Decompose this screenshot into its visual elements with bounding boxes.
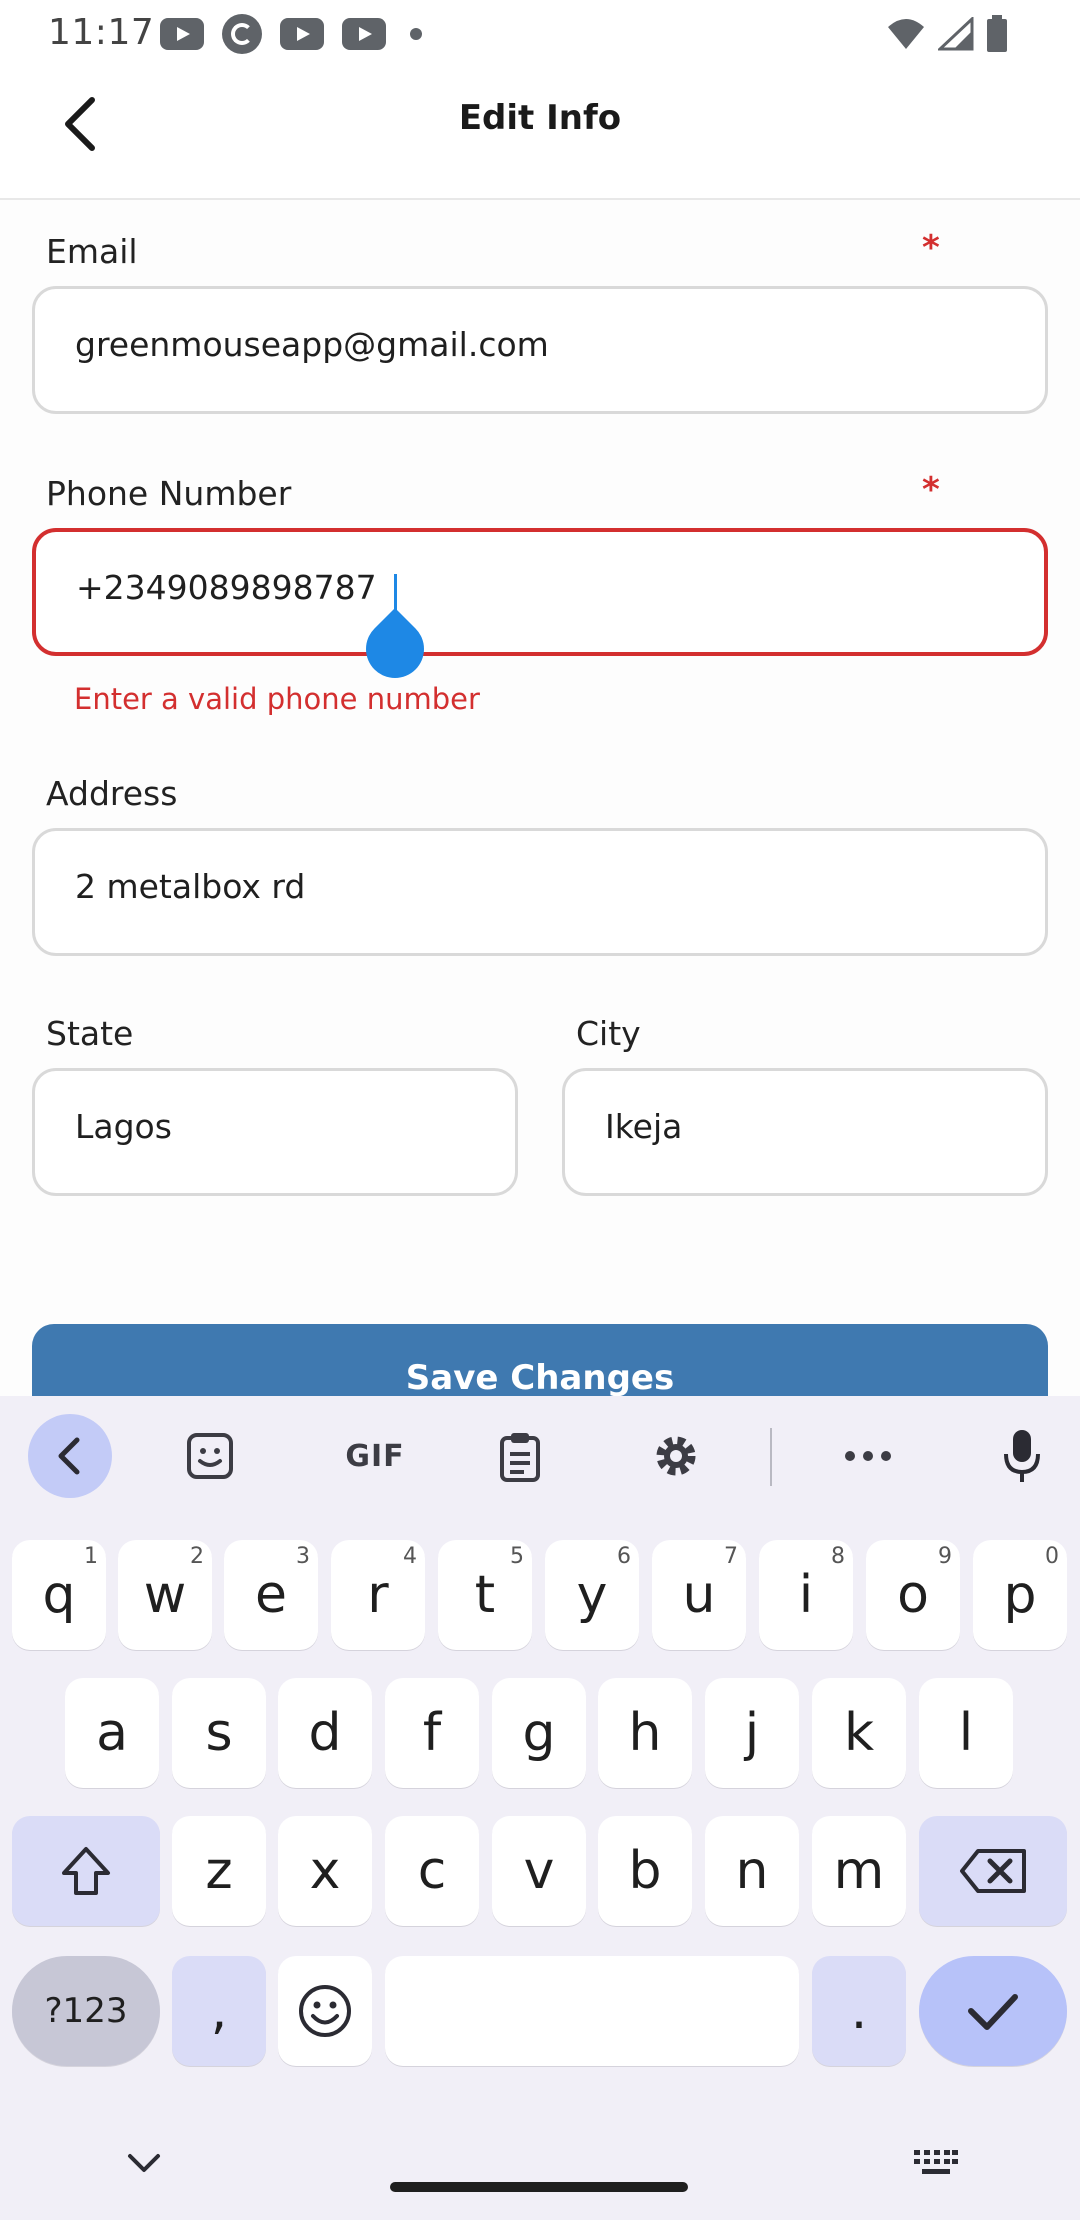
emoji-icon <box>299 1985 351 2037</box>
key-i[interactable]: i8 <box>759 1540 853 1650</box>
emoji-key[interactable] <box>278 1956 372 2066</box>
page-title: Edit Info <box>458 98 622 138</box>
key-w[interactable]: w2 <box>118 1540 212 1650</box>
key-y[interactable]: y6 <box>545 1540 639 1650</box>
keyboard-icon[interactable] <box>912 2148 960 2178</box>
gif-icon: GIF <box>345 1438 405 1474</box>
key-a[interactable]: a <box>65 1678 159 1788</box>
sticker-button[interactable] <box>170 1416 250 1496</box>
key-t[interactable]: t5 <box>438 1540 532 1650</box>
key-g[interactable]: g <box>492 1678 586 1788</box>
email-label: Email <box>46 232 138 271</box>
chevron-left-icon <box>58 1437 80 1475</box>
text-caret <box>394 574 397 612</box>
state-field[interactable]: Lagos <box>32 1068 518 1196</box>
phone-label: Phone Number <box>46 474 292 513</box>
key-x[interactable]: x <box>278 1816 372 1926</box>
sync-icon <box>222 14 262 54</box>
phone-field[interactable]: +2349089898787 <box>32 528 1048 691</box>
soft-keyboard: GIF q 1 w 2 e 3 r 4 t 5 y 6 u 7 i 8 o 9 … <box>0 1396 1080 2220</box>
toolbar-back-button[interactable] <box>28 1414 112 1498</box>
system-icons <box>886 14 1008 54</box>
dot-icon <box>410 28 422 40</box>
period-key[interactable]: . <box>812 1956 906 2066</box>
gif-button[interactable]: GIF <box>325 1416 425 1496</box>
city-field[interactable]: Ikeja <box>562 1068 1048 1196</box>
state-label: State <box>46 1014 134 1053</box>
key-b[interactable]: b <box>598 1816 692 1926</box>
key-s[interactable]: s <box>172 1678 266 1788</box>
keyboard-nav-row <box>0 2116 1080 2220</box>
signal-icon <box>938 17 974 51</box>
shift-icon <box>62 1847 110 1895</box>
key-c[interactable]: c <box>385 1816 479 1926</box>
caret-handle[interactable] <box>353 607 437 691</box>
key-u[interactable]: u7 <box>652 1540 746 1650</box>
wifi-icon <box>888 19 924 49</box>
address-field[interactable]: 2 metalbox rd <box>32 828 1048 956</box>
youtube-icon <box>160 18 204 50</box>
key-h[interactable]: h <box>598 1678 692 1788</box>
status-time: 11:17 <box>48 12 155 53</box>
keyboard-toolbar: GIF <box>0 1396 1080 1516</box>
shift-key[interactable] <box>12 1816 160 1926</box>
home-gesture-bar[interactable] <box>390 2182 688 2192</box>
toolbar-divider <box>770 1428 772 1486</box>
settings-button[interactable] <box>636 1416 716 1496</box>
status-bar: 11:17 <box>0 0 1080 66</box>
required-mark: * <box>922 470 940 510</box>
clipboard-button[interactable] <box>480 1416 560 1496</box>
phone-value: +2349089898787 <box>76 568 377 607</box>
key-r[interactable]: r4 <box>331 1540 425 1650</box>
battery-icon <box>987 15 1007 52</box>
city-value: Ikeja <box>605 1107 683 1146</box>
key-p[interactable]: p0 <box>973 1540 1067 1650</box>
youtube-icon <box>280 18 324 50</box>
key-v[interactable]: v <box>492 1816 586 1926</box>
backspace-key[interactable] <box>919 1816 1067 1926</box>
phone-error-message: Enter a valid phone number <box>74 682 480 716</box>
required-mark: * <box>922 228 940 268</box>
comma-key[interactable]: , <box>172 1956 266 2066</box>
key-d[interactable]: d <box>278 1678 372 1788</box>
checkmark-icon <box>968 1994 1018 2030</box>
settings-icon <box>656 1436 696 1476</box>
address-label: Address <box>46 774 178 813</box>
key-o[interactable]: o9 <box>866 1540 960 1650</box>
key-q[interactable]: q1 <box>12 1540 106 1650</box>
key-m[interactable]: m <box>812 1816 906 1926</box>
clipboard-icon <box>500 1433 540 1482</box>
key-z[interactable]: z <box>172 1816 266 1926</box>
youtube-icon <box>342 18 386 50</box>
chevron-down-icon[interactable] <box>126 2152 162 2176</box>
key-f[interactable]: f <box>385 1678 479 1788</box>
voice-input-button[interactable] <box>982 1416 1062 1496</box>
sticker-icon <box>187 1433 233 1479</box>
notification-icons <box>160 14 422 54</box>
more-icon <box>845 1451 891 1461</box>
key-k[interactable]: k <box>812 1678 906 1788</box>
email-field[interactable]: greenmouseapp@gmail.com <box>32 286 1048 414</box>
key-j[interactable]: j <box>705 1678 799 1788</box>
state-value: Lagos <box>75 1107 172 1146</box>
address-value: 2 metalbox rd <box>75 867 306 906</box>
key-e[interactable]: e3 <box>224 1540 318 1650</box>
symbols-key[interactable]: ?123 <box>12 1956 160 2066</box>
backspace-icon <box>960 1849 1026 1893</box>
city-label: City <box>576 1014 641 1053</box>
more-button[interactable] <box>828 1416 908 1496</box>
key-l[interactable]: l <box>919 1678 1013 1788</box>
app-header: Edit Info <box>0 66 1080 200</box>
email-value: greenmouseapp@gmail.com <box>75 325 549 364</box>
key-n[interactable]: n <box>705 1816 799 1926</box>
microphone-icon <box>1004 1430 1040 1482</box>
edit-info-form: Email * greenmouseapp@gmail.com Phone Nu… <box>0 200 1080 1444</box>
enter-key[interactable] <box>919 1956 1067 2066</box>
space-key[interactable] <box>385 1956 799 2066</box>
